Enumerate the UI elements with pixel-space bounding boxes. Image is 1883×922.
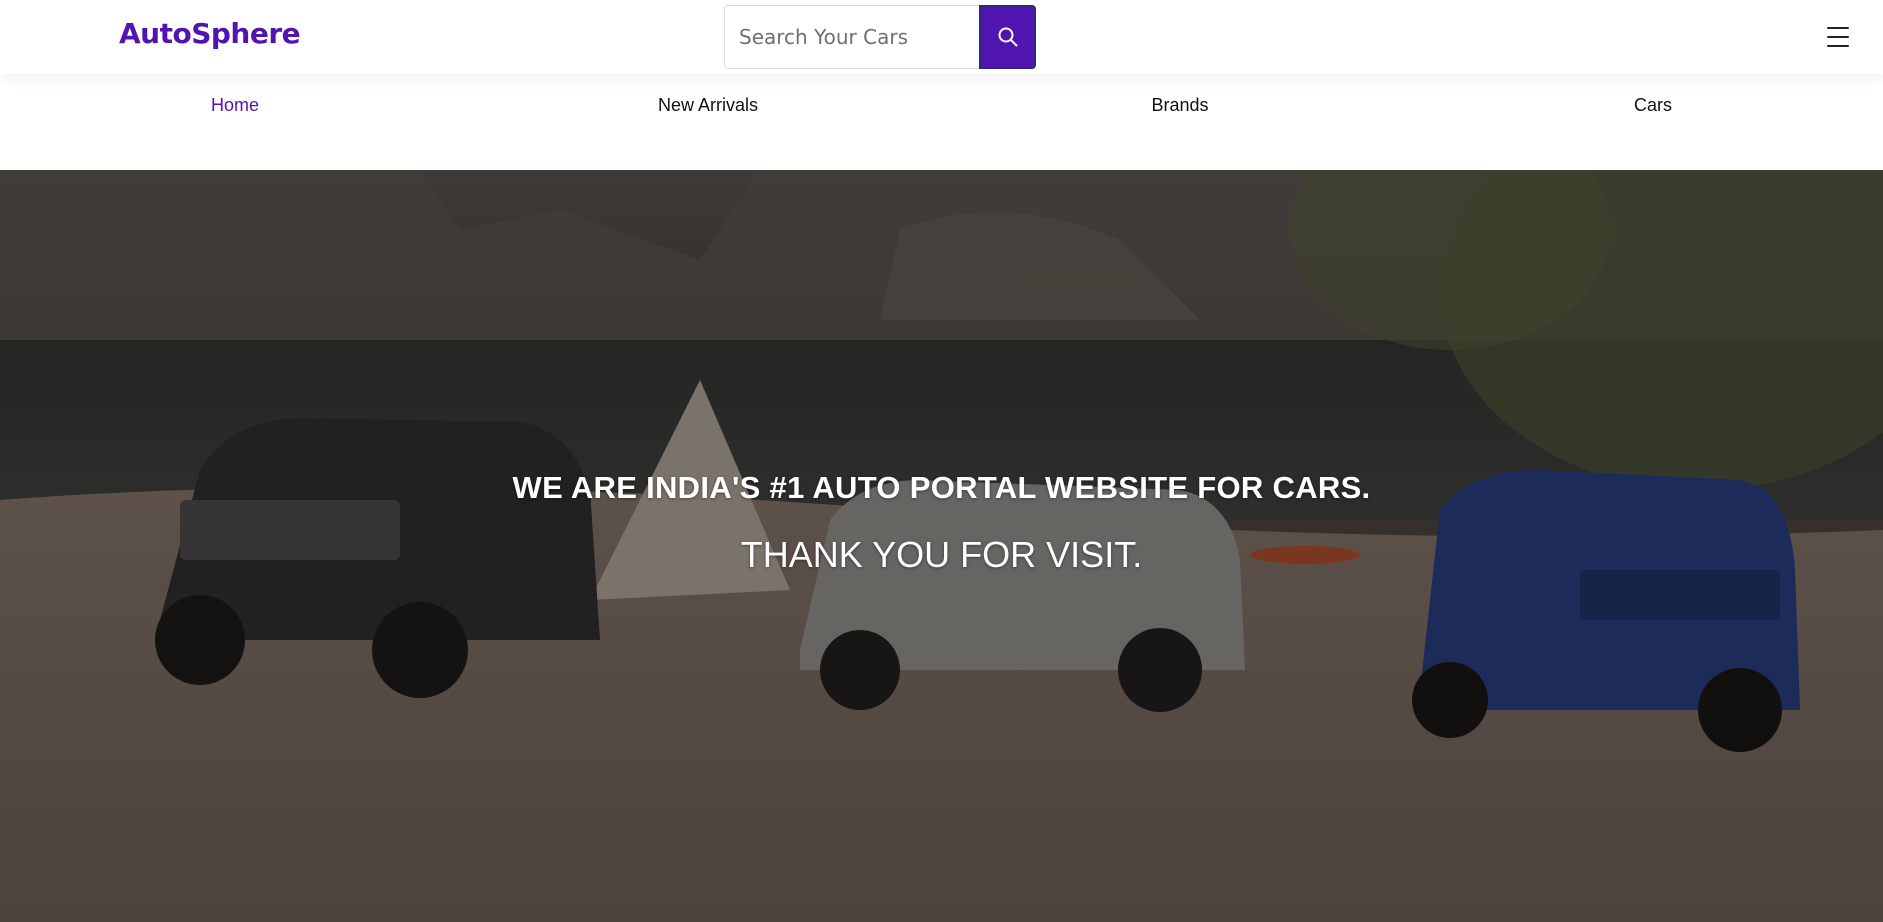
top-header: AutoSphere bbox=[0, 0, 1883, 74]
site-logo[interactable]: AutoSphere bbox=[119, 17, 301, 50]
search-button[interactable] bbox=[979, 5, 1036, 69]
nav-brands[interactable]: Brands bbox=[1151, 95, 1208, 116]
search-bar bbox=[724, 5, 1036, 69]
hamburger-menu-icon[interactable] bbox=[1827, 27, 1849, 47]
nav-home[interactable]: Home bbox=[211, 95, 259, 116]
hero-subtitle: THANK YOU FOR VISIT. bbox=[740, 534, 1143, 575]
nav-new-arrivals[interactable]: New Arrivals bbox=[658, 95, 758, 116]
search-icon bbox=[998, 27, 1017, 47]
main-nav: Home New Arrivals Brands Cars bbox=[0, 74, 1883, 170]
hero-banner: WE ARE INDIA'S #1 AUTO PORTAL WEBSITE FO… bbox=[0, 170, 1883, 922]
hero-title: WE ARE INDIA'S #1 AUTO PORTAL WEBSITE FO… bbox=[512, 470, 1371, 505]
nav-cars[interactable]: Cars bbox=[1634, 95, 1672, 116]
search-input[interactable] bbox=[724, 5, 980, 69]
